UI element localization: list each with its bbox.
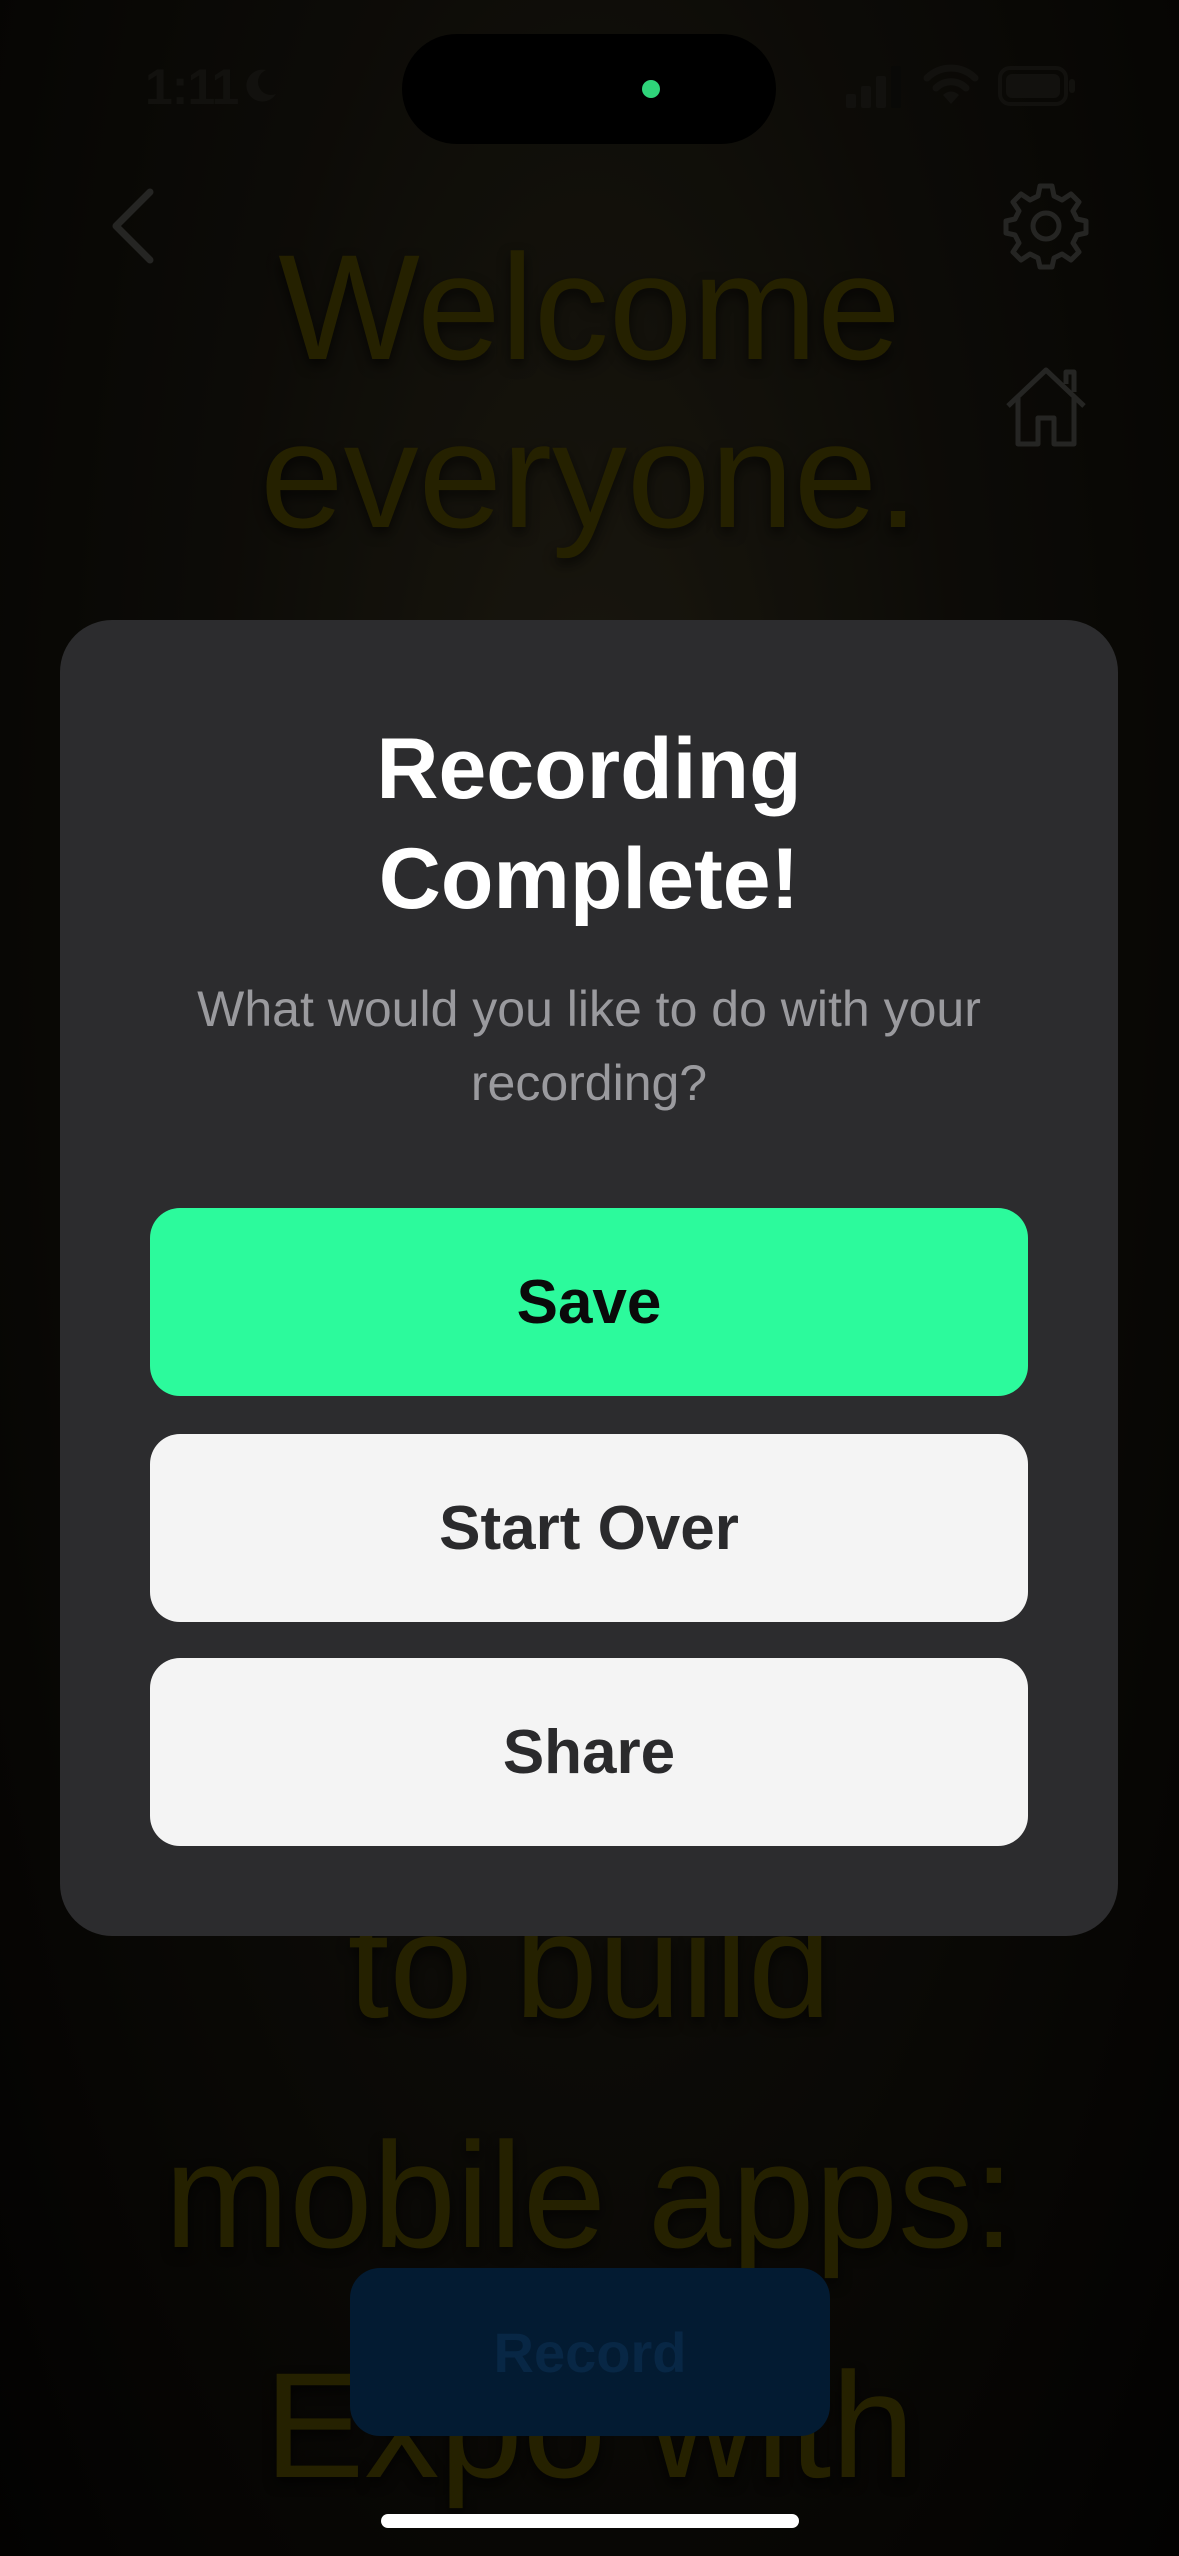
camera-indicator [642, 80, 660, 98]
share-button[interactable]: Share [150, 1658, 1028, 1846]
dynamic-island [402, 34, 776, 144]
dialog-title-line: Recording [376, 721, 802, 817]
dialog-subtitle: What would you like to do with your reco… [197, 981, 981, 1111]
start-over-button[interactable]: Start Over [150, 1434, 1028, 1622]
dialog-title: Recording Complete! [140, 714, 1038, 934]
recording-complete-dialog: Recording Complete! What would you like … [60, 620, 1118, 1936]
save-button[interactable]: Save [150, 1208, 1028, 1396]
dialog-title-line: Complete! [378, 831, 800, 927]
home-indicator[interactable] [381, 2514, 799, 2528]
app-screen: 1:11 Welcome everyone. to build mobile a… [0, 0, 1179, 2556]
